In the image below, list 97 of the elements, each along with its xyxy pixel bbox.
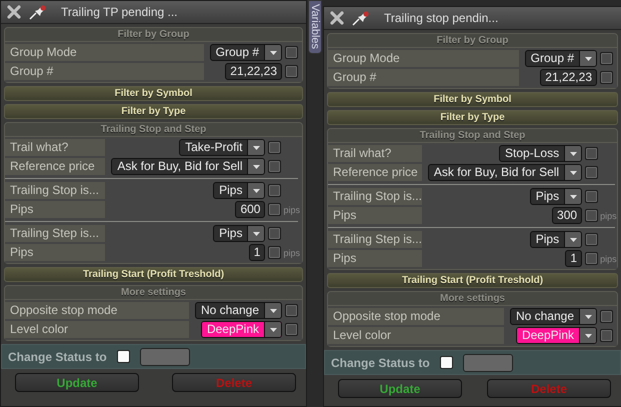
number-field[interactable]: 21,22,23 [225,63,282,80]
dropdown-arrow-icon [252,164,260,168]
checkbox[interactable] [600,71,613,84]
dropdown-arrow-icon [252,146,260,150]
checkbox[interactable] [585,147,598,160]
checkbox[interactable] [600,329,613,342]
setting-label: Trailing Stop is... [5,182,106,199]
update-button[interactable]: Update [15,373,139,392]
dropdown[interactable]: Pips [213,225,266,242]
unit-label: pips [283,248,300,258]
status-label: Change Status to [331,356,430,370]
dropdown-arrow-icon [270,50,276,54]
checkbox[interactable] [600,52,613,65]
dropdown-arrow-icon [570,170,577,174]
dropdown[interactable]: No change [194,302,282,319]
section-header[interactable]: Trailing Start (Profit Treshold) [4,267,303,282]
dropdown[interactable]: Take-Profit [179,139,266,156]
window-title: Trailing TP pending ... [61,5,178,19]
status-label: Change Status to [8,350,107,364]
dropdown[interactable]: Stop-Loss [499,145,582,162]
section-header[interactable]: Filter by Symbol [4,86,303,101]
checkbox[interactable] [585,252,598,265]
section-header[interactable]: Filter by Symbol [327,92,618,107]
checkbox[interactable] [285,323,298,336]
number-field[interactable]: 300 [552,207,582,224]
checkbox[interactable] [585,233,598,246]
dropdown[interactable]: No change [510,308,597,325]
number-field[interactable]: 21,22,23 [540,69,597,86]
checkbox[interactable] [268,246,282,259]
setting-label: Pips [328,250,422,267]
setting-label: Pips [328,207,422,224]
setting-label: Trailing Step is... [328,231,422,248]
unit-label: pips [600,210,617,220]
dropdown-arrow-icon [584,56,592,60]
setting-label: Group Mode [5,44,204,61]
unit-label: pips [600,254,617,264]
dropdown-arrow-icon [570,194,577,198]
setting-label: Trail what? [328,145,422,162]
dropdown-arrow-icon [270,328,276,332]
section-header[interactable]: Filter by Type [4,104,303,119]
checkbox[interactable] [268,160,282,173]
setting-label: Opposite stop mode [5,302,189,319]
checkbox[interactable] [268,203,282,216]
close-icon[interactable] [330,11,344,25]
window-title: Trailing stop pendin... [384,11,498,25]
setting-label: Pips [5,201,106,218]
setting-label: Reference price [328,164,422,181]
setting-label: Reference price [5,158,106,175]
setting-label: Trail what? [5,139,106,156]
dropdown[interactable]: Ask for Buy, Bid for Sell [111,158,266,175]
setting-label: Group Mode [328,50,519,67]
dropdown[interactable]: Ask for Buy, Bid for Sell [428,164,582,181]
checkbox[interactable] [585,166,598,179]
number-field[interactable]: 1 [565,250,582,267]
checkbox[interactable] [285,304,298,317]
dropdown[interactable]: Pips [530,231,582,248]
unit-label: pips [283,204,300,214]
dropdown-arrow-icon [252,232,260,236]
setting-label: Group # [5,63,204,80]
checkbox[interactable] [585,209,598,222]
close-icon[interactable] [7,5,21,19]
section-header[interactable]: Filter by Type [327,110,618,125]
checkbox[interactable] [268,184,282,197]
dropdown-arrow-icon [570,238,577,242]
dropdown[interactable]: Pips [530,188,582,205]
checkbox[interactable] [600,310,613,323]
dropdown[interactable]: Pips [213,182,266,199]
dropdown-arrow-icon [570,152,577,156]
checkbox[interactable] [440,356,453,369]
status-field[interactable] [462,354,513,372]
number-field[interactable]: 600 [235,201,266,218]
checkbox[interactable] [116,350,130,363]
checkbox[interactable] [285,65,298,78]
setting-label: Pips [5,244,106,261]
pin-icon[interactable] [352,10,370,26]
checkbox[interactable] [285,46,298,59]
variables-tab[interactable]: Variables [308,0,322,54]
dropdown-arrow-icon [252,188,260,192]
dropdown-arrow-icon [584,334,592,338]
setting-label: Trailing Step is... [5,225,106,242]
checkbox[interactable] [268,227,282,240]
section-header[interactable]: Trailing Start (Profit Treshold) [327,273,618,288]
pin-icon[interactable] [29,4,47,20]
dropdown-arrow-icon [270,308,276,312]
setting-label: Level color [5,321,189,338]
setting-label: Level color [328,327,504,344]
checkbox[interactable] [585,190,598,203]
checkbox[interactable] [268,141,282,154]
setting-label: Trailing Stop is... [328,188,422,205]
setting-label: Opposite stop mode [328,308,504,325]
update-button[interactable]: Update [338,379,462,398]
number-field[interactable]: 1 [248,244,266,261]
setting-label: Group # [328,69,519,86]
dropdown[interactable]: Group # [524,50,597,67]
dropdown-arrow-icon [584,314,592,318]
status-field[interactable] [140,348,190,366]
dropdown[interactable]: Group # [210,44,282,61]
